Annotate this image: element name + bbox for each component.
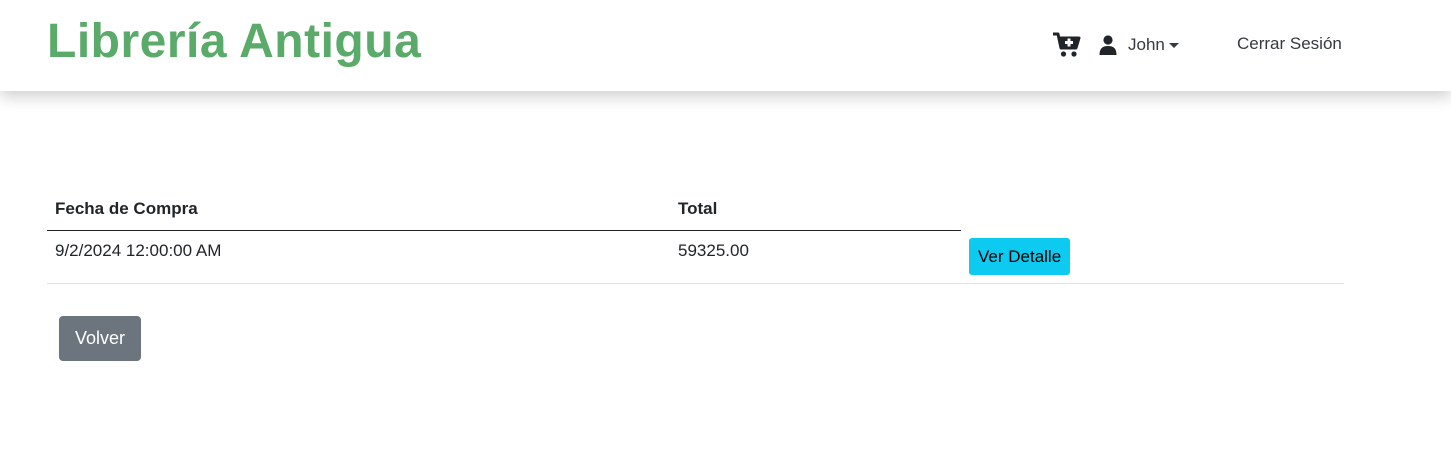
- purchase-date-cell: 9/2/2024 12:00:00 AM: [47, 230, 670, 284]
- cart-plus-icon: [1053, 32, 1081, 57]
- user-name: John: [1128, 35, 1165, 54]
- user-dropdown-toggle[interactable]: John: [1099, 33, 1179, 57]
- brand-title[interactable]: Librería Antigua: [47, 12, 421, 72]
- logout-link[interactable]: Cerrar Sesión: [1237, 34, 1342, 54]
- chevron-down-icon: [1168, 42, 1179, 48]
- orders-table: Fecha de Compra Total 9/2/2024 12:00:00 …: [47, 191, 1344, 284]
- action-cell: Ver Detalle: [961, 230, 1344, 284]
- user-icon: [1099, 35, 1117, 55]
- column-header-actions: [961, 191, 1344, 231]
- column-header-purchase-date: Fecha de Compra: [47, 191, 670, 231]
- table-row: 9/2/2024 12:00:00 AM 59325.00 Ver Detall…: [47, 230, 1344, 284]
- table-header-row: Fecha de Compra Total: [47, 191, 1344, 231]
- cart-button[interactable]: [1052, 32, 1082, 58]
- column-header-total: Total: [670, 191, 961, 231]
- back-button[interactable]: Volver: [59, 316, 141, 361]
- top-navbar: Librería Antigua John Cerrar Sesión: [0, 0, 1451, 91]
- view-detail-button[interactable]: Ver Detalle: [969, 237, 1071, 275]
- total-cell: 59325.00: [670, 230, 961, 284]
